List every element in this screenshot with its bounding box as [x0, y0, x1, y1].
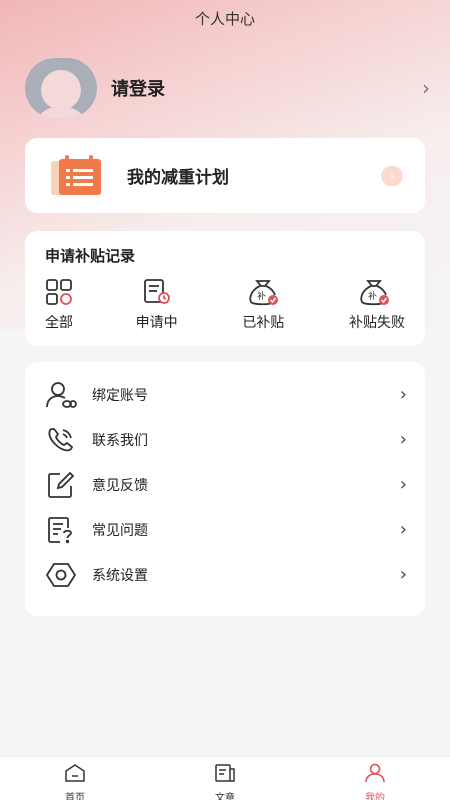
tab-label: 我的	[365, 793, 385, 800]
avatar[interactable]	[25, 58, 97, 118]
subsidy-filter-pending[interactable]: 申请中	[122, 278, 192, 332]
login-row[interactable]: 请登录 ›	[25, 58, 430, 118]
subsidy-title: 申请补贴记录	[45, 247, 136, 265]
tab-label: 首页	[65, 793, 85, 800]
chevron-right-icon[interactable]: ›	[422, 76, 430, 100]
chevron-right-icon: ›	[399, 384, 407, 405]
plan-title: 我的减重计划	[127, 168, 229, 188]
subsidy-filter-label: 申请中	[135, 315, 178, 331]
money-bag-fail-icon: 补	[343, 278, 405, 306]
article-icon	[213, 763, 237, 787]
settings-icon	[45, 559, 77, 591]
menu-item-label: 系统设置	[92, 567, 148, 584]
subsidy-filter-all[interactable]: 全部	[45, 278, 85, 332]
tab-articles[interactable]: 文章	[150, 757, 300, 800]
document-clock-icon	[142, 278, 172, 306]
tab-mine[interactable]: 我的	[300, 757, 450, 800]
tab-label: 文章	[215, 793, 235, 800]
menu-item-feedback[interactable]: 意见反馈 ›	[45, 462, 407, 507]
chevron-right-icon: ›	[399, 564, 407, 585]
menu-item-label: 联系我们	[92, 432, 148, 449]
chevron-right-icon: ›	[399, 474, 407, 495]
chevron-right-icon[interactable]: ›	[381, 165, 403, 186]
profile-icon	[363, 763, 387, 787]
menu-item-system-settings[interactable]: 系统设置 ›	[45, 552, 407, 597]
menu-item-bind-account[interactable]: 绑定账号 ›	[45, 372, 407, 417]
menu-item-label: 绑定账号	[92, 387, 148, 404]
chevron-right-icon: ›	[399, 519, 407, 540]
money-bag-check-icon: 补	[247, 278, 279, 306]
svg-text:补: 补	[257, 290, 266, 302]
menu-item-label: 常见问题	[92, 522, 148, 539]
menu-item-label: 意见反馈	[92, 477, 148, 494]
svg-text:补: 补	[368, 290, 377, 302]
chevron-right-icon: ›	[399, 429, 407, 450]
subsidy-filter-label: 已补贴	[242, 315, 285, 331]
subsidy-filter-granted[interactable]: 补 已补贴	[228, 278, 298, 332]
faq-icon	[45, 514, 77, 546]
grid-icon	[45, 278, 73, 306]
phone-icon	[45, 424, 77, 456]
tab-home[interactable]: 首页	[0, 757, 150, 800]
login-label[interactable]: 请登录	[111, 75, 422, 101]
user-link-icon	[45, 379, 77, 411]
weight-loss-plan-card[interactable]: 我的减重计划 ›	[25, 138, 425, 213]
menu-item-contact-us[interactable]: 联系我们 ›	[45, 417, 407, 462]
subsidy-filter-label: 补贴失败	[348, 315, 405, 331]
menu-item-faq[interactable]: 常见问题 ›	[45, 507, 407, 552]
bottom-tab-bar: 首页 文章 我的	[0, 756, 450, 800]
subsidy-records-card: 申请补贴记录 全部 申请中 补 已补贴 补 补贴失败	[25, 231, 425, 346]
page-title: 个人中心	[194, 10, 255, 28]
subsidy-filter-failed[interactable]: 补 补贴失败	[335, 278, 405, 332]
edit-icon	[45, 469, 77, 501]
calendar-list-icon	[51, 154, 103, 197]
home-icon	[63, 763, 87, 787]
settings-menu-card: 绑定账号 › 联系我们 › 意见反馈 › 常见问题 › 系统设置 ›	[25, 362, 425, 616]
subsidy-filter-label: 全部	[45, 315, 73, 331]
